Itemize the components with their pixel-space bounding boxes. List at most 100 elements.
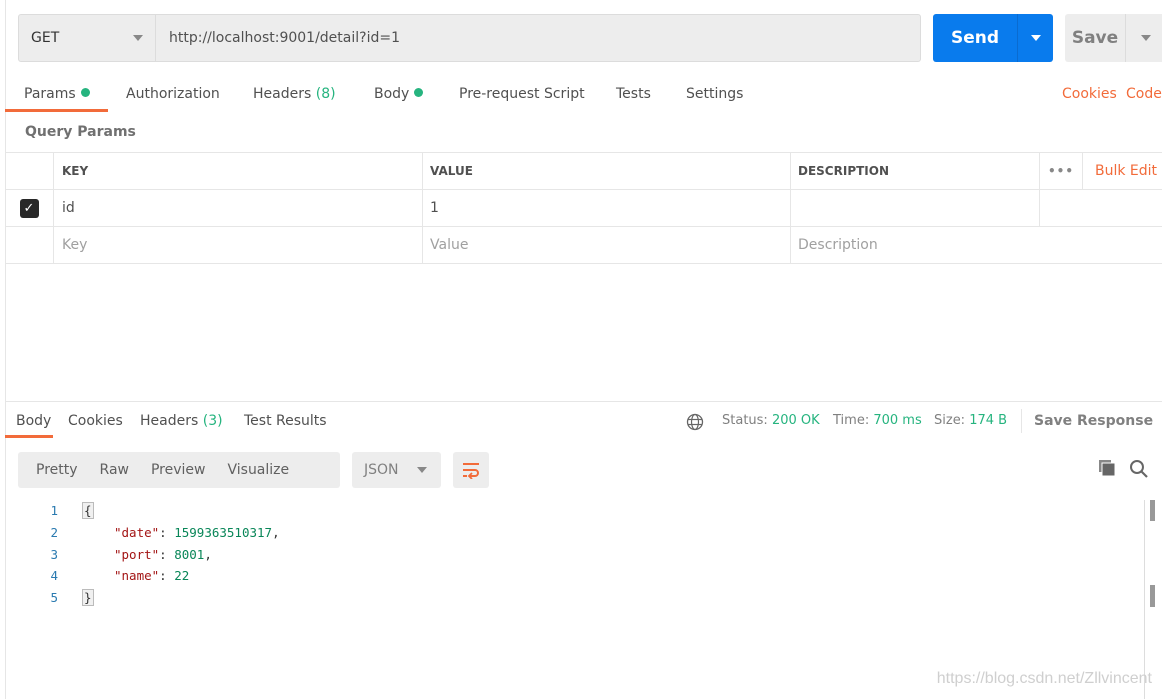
line-number: 2 — [50, 525, 58, 541]
status-dot-icon — [80, 88, 90, 97]
active-tab-indicator — [5, 109, 108, 112]
param-key-input[interactable]: id — [54, 190, 423, 226]
wrap-lines-button[interactable] — [453, 452, 489, 488]
checkbox-checked-icon[interactable]: ✓ — [19, 198, 39, 218]
copy-icon[interactable] — [1098, 459, 1116, 481]
tab-settings[interactable]: Settings — [686, 86, 743, 102]
key-header: KEY — [54, 153, 423, 189]
status-value: 200 OK — [771, 413, 820, 428]
time-readout: Time: 700 ms — [833, 413, 922, 428]
wrap-icon — [463, 463, 479, 479]
line-number: 1 — [50, 503, 58, 519]
response-tab-headers[interactable]: Headers (3) — [140, 413, 223, 429]
caret-down-icon — [1140, 35, 1151, 41]
time-value: 700 ms — [873, 413, 922, 428]
query-params-title: Query Params — [25, 124, 136, 140]
table-row: ✓ id 1 — [5, 190, 1162, 227]
caret-down-icon — [1030, 35, 1041, 41]
size-readout: Size: 174 B — [934, 413, 1007, 428]
format-select[interactable]: JSON — [352, 452, 441, 488]
save-response-button[interactable]: Save Response — [1034, 413, 1162, 429]
url-bar: GET http://localhost:9001/detail?id=1 — [18, 14, 921, 62]
new-key-input[interactable]: Key — [54, 227, 423, 263]
scrollbar-thumb[interactable] — [1150, 500, 1155, 521]
description-header: DESCRIPTION — [791, 153, 1040, 189]
headers-count: (3) — [202, 413, 223, 429]
save-response-label: Save Response — [1034, 413, 1154, 429]
more-options-button[interactable]: ••• — [1040, 153, 1083, 189]
view-raw[interactable]: Raw — [82, 462, 129, 478]
send-dropdown[interactable] — [1017, 14, 1053, 62]
table-header: KEY VALUE DESCRIPTION ••• Bulk Edit — [5, 153, 1162, 190]
scrollbar-marker — [1150, 585, 1155, 607]
status-label: Status: — [722, 413, 768, 428]
view-mode-group: Pretty Raw Preview Visualize — [18, 452, 340, 488]
line-number: 3 — [50, 546, 58, 562]
code-line: 1{ — [30, 500, 280, 522]
code-line: 4 "name": 22 — [30, 565, 280, 587]
watermark: https://blog.csdn.net/Zllvincent — [936, 670, 1152, 687]
method-label: GET — [31, 30, 60, 46]
code-link[interactable]: Code — [1126, 86, 1162, 102]
new-value-input[interactable]: Value — [423, 227, 791, 263]
size-label: Size: — [934, 413, 966, 428]
tab-authorization[interactable]: Authorization — [126, 86, 220, 102]
tab-body[interactable]: Body — [374, 86, 424, 102]
code-line: 2 "date": 1599363510317, — [30, 522, 280, 544]
view-preview[interactable]: Preview — [133, 462, 206, 478]
save-dropdown[interactable] — [1125, 14, 1162, 62]
response-tab-test-results[interactable]: Test Results — [244, 413, 327, 429]
json-key: "date" — [114, 525, 160, 541]
tab-label: Params — [24, 86, 76, 102]
value-header: VALUE — [423, 153, 791, 189]
send-button[interactable]: Send — [933, 14, 1017, 62]
params-table: KEY VALUE DESCRIPTION ••• Bulk Edit ✓ id… — [5, 152, 1162, 264]
brace-close: } — [82, 589, 94, 607]
comma: , — [272, 525, 280, 541]
save-button[interactable]: Save — [1065, 14, 1125, 62]
url-input[interactable]: http://localhost:9001/detail?id=1 — [156, 30, 400, 46]
new-description-input[interactable]: Description — [791, 227, 1162, 263]
json-value: 1599363510317 — [174, 525, 273, 541]
view-visualize[interactable]: Visualize — [209, 462, 289, 478]
code-line: 3 "port": 8001, — [30, 543, 280, 565]
tab-label: Headers — [253, 86, 312, 102]
tab-headers[interactable]: Headers (8) — [253, 86, 336, 102]
status-readout: Status: 200 OK — [722, 413, 820, 428]
format-label: JSON — [364, 462, 399, 478]
param-description-input[interactable] — [791, 190, 1040, 226]
globe-icon[interactable] — [686, 413, 704, 435]
response-body-editor[interactable]: 1{ 2 "date": 1599363510317, 3 "port": 8001… — [30, 500, 280, 608]
tab-tests[interactable]: Tests — [616, 86, 651, 102]
tab-pre-request-script[interactable]: Pre-request Script — [459, 86, 585, 102]
table-row-new: Key Value Description — [5, 227, 1162, 264]
caret-down-icon — [133, 35, 143, 41]
tab-label: Body — [374, 86, 410, 102]
separator — [1021, 409, 1022, 433]
json-key: "name" — [114, 568, 160, 584]
line-number: 4 — [50, 568, 58, 584]
active-response-tab-indicator — [5, 435, 53, 438]
bulk-edit-button[interactable]: Bulk Edit — [1083, 163, 1162, 179]
tab-params[interactable]: Params — [24, 86, 90, 102]
headers-count: (8) — [315, 86, 336, 102]
left-border — [5, 0, 6, 699]
cookies-link[interactable]: Cookies — [1062, 86, 1117, 102]
response-tab-body[interactable]: Body — [16, 413, 51, 429]
response-tab-cookies[interactable]: Cookies — [68, 413, 123, 429]
view-pretty[interactable]: Pretty — [18, 462, 78, 478]
method-select[interactable]: GET — [19, 15, 156, 61]
pane-divider[interactable] — [5, 401, 1162, 402]
code-line: 5} — [30, 587, 280, 609]
brace-open: { — [82, 502, 94, 520]
save-button-group: Save — [1065, 14, 1162, 62]
search-icon[interactable] — [1129, 459, 1149, 483]
json-value: 22 — [174, 568, 190, 584]
time-label: Time: — [833, 413, 870, 428]
status-dot-icon — [414, 88, 424, 97]
comma: , — [204, 546, 212, 562]
json-value: 8001 — [174, 546, 205, 562]
param-value-input[interactable]: 1 — [423, 190, 791, 226]
size-value: 174 B — [969, 413, 1008, 428]
tab-label: Headers — [140, 413, 199, 429]
